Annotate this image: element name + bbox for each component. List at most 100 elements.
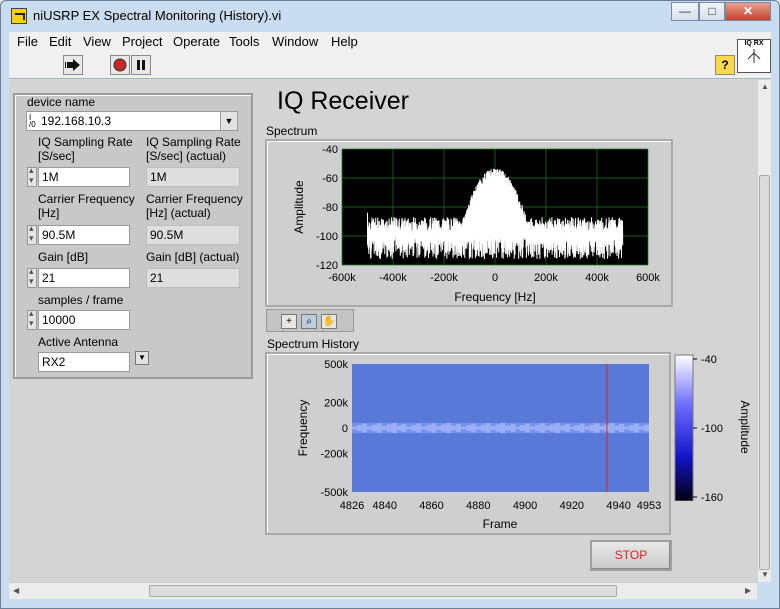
menu-tools[interactable]: Tools bbox=[229, 34, 259, 49]
menu-project[interactable]: Project bbox=[122, 34, 162, 49]
history-y-tick: 0 bbox=[342, 423, 348, 435]
run-arrow-icon[interactable] bbox=[63, 55, 83, 75]
spectrum-graph-label: Spectrum bbox=[266, 124, 318, 138]
menu-help[interactable]: Help bbox=[331, 34, 358, 49]
horizontal-scroll-thumb[interactable] bbox=[149, 585, 617, 597]
history-band-strip bbox=[639, 426, 645, 430]
antenna-dropdown-icon[interactable]: ▼ bbox=[135, 351, 149, 365]
history-band-strip bbox=[386, 424, 392, 432]
history-band-strip bbox=[401, 424, 407, 432]
toolbar: ? bbox=[9, 53, 771, 79]
spectrum-x-axis-label: Frequency [Hz] bbox=[454, 290, 535, 304]
menu-view[interactable]: View bbox=[83, 34, 111, 49]
title-bar: niUSRP EX Spectral Monitoring (History).… bbox=[1, 1, 779, 31]
crosshair-icon[interactable]: + bbox=[281, 314, 297, 329]
menu-edit[interactable]: Edit bbox=[49, 34, 71, 49]
spectrum-x-tick: -400k bbox=[379, 272, 407, 284]
menu-window[interactable]: Window bbox=[272, 34, 318, 49]
history-band-strip bbox=[470, 423, 476, 433]
device-name-label: device name bbox=[27, 95, 96, 109]
history-band-strip bbox=[475, 426, 481, 430]
history-band-strip bbox=[550, 424, 555, 432]
pause-icon[interactable] bbox=[131, 55, 151, 75]
zoom-icon[interactable]: ⌕ bbox=[301, 314, 317, 329]
history-band-strip bbox=[411, 425, 417, 431]
history-band-strip bbox=[520, 425, 526, 431]
history-band-strip bbox=[634, 423, 640, 433]
spectrum-y-tick: -40 bbox=[322, 144, 338, 156]
menu-operate[interactable]: Operate bbox=[173, 34, 220, 49]
gain-input[interactable]: 21 bbox=[38, 268, 130, 288]
iq-rate-label: IQ Sampling Rate [S/sec] bbox=[38, 135, 133, 163]
iq-rate-actual-label: IQ Sampling Rate [S/sec] (actual) bbox=[146, 135, 241, 163]
scroll-up-icon[interactable]: ▲ bbox=[761, 82, 769, 91]
colorbar-tick: -100 bbox=[701, 423, 723, 435]
samples-per-frame-input[interactable]: 10000 bbox=[38, 310, 130, 330]
history-band-strip bbox=[599, 425, 605, 431]
history-band-strip bbox=[376, 423, 382, 433]
scroll-right-icon[interactable]: ▶ bbox=[745, 586, 751, 595]
history-band-strip bbox=[505, 425, 511, 431]
history-band-strip bbox=[495, 424, 501, 432]
history-band-strip bbox=[629, 425, 635, 431]
history-signal-band bbox=[352, 422, 649, 434]
history-band-strip bbox=[431, 423, 437, 433]
vertical-scrollbar[interactable]: ▲ ▼ bbox=[757, 80, 771, 582]
history-band-strip bbox=[525, 423, 531, 433]
active-antenna-select[interactable]: RX2 bbox=[38, 352, 130, 372]
abort-icon[interactable] bbox=[110, 55, 130, 75]
scroll-down-icon[interactable]: ▼ bbox=[761, 570, 769, 579]
history-y-axis-label: Frequency bbox=[296, 400, 310, 457]
menu-bar: File Edit View Project Operate Tools Win… bbox=[9, 32, 771, 53]
samples-per-frame-stepper[interactable] bbox=[27, 308, 37, 330]
menu-file[interactable]: File bbox=[17, 34, 38, 49]
labview-vi-icon bbox=[11, 8, 27, 24]
connector-pane-icon: IQ RX bbox=[737, 39, 771, 73]
gain-actual-value: 21 bbox=[146, 268, 240, 288]
stop-button[interactable]: STOP bbox=[590, 540, 672, 571]
dropdown-arrow-icon[interactable]: ▼ bbox=[220, 112, 237, 130]
spectrum-x-tick: -200k bbox=[430, 272, 458, 284]
vertical-scroll-thumb[interactable] bbox=[759, 175, 770, 570]
history-band-strip bbox=[594, 423, 600, 433]
device-name-combo[interactable]: 192.168.10.3 bbox=[26, 111, 238, 131]
history-graph[interactable]: 4826 4840 4860 4880 4900 4920 4940 4953 500k 200… bbox=[265, 352, 671, 535]
history-band-strip bbox=[366, 426, 372, 430]
history-band-strip bbox=[515, 426, 521, 430]
help-button[interactable]: ? bbox=[715, 55, 735, 75]
carrier-frequency-stepper[interactable] bbox=[27, 223, 37, 245]
hand-icon[interactable]: ✋ bbox=[321, 314, 337, 329]
minimize-button[interactable]: — bbox=[671, 2, 699, 21]
history-band-strip bbox=[406, 426, 412, 430]
carrier-frequency-input[interactable]: 90.5M bbox=[38, 225, 130, 245]
history-band-strip bbox=[574, 425, 580, 431]
history-y-tick: 500k bbox=[324, 359, 348, 371]
history-band-strip bbox=[579, 423, 585, 433]
graph-palette: + ⌕ ✋ bbox=[266, 309, 354, 332]
scroll-left-icon[interactable]: ◀ bbox=[13, 586, 19, 595]
horizontal-scrollbar[interactable]: ◀ ▶ bbox=[9, 582, 757, 599]
history-x-tick: 4953 bbox=[637, 500, 661, 512]
history-band-strip bbox=[564, 424, 570, 432]
history-band-strip bbox=[559, 425, 565, 431]
carrier-frequency-actual-value: 90.5M bbox=[146, 225, 240, 245]
gain-stepper[interactable] bbox=[27, 266, 37, 288]
carrier-frequency-actual-label: Carrier Frequency [Hz] (actual) bbox=[146, 192, 243, 220]
history-band-strip bbox=[465, 425, 471, 431]
history-band-strip bbox=[426, 424, 432, 432]
iq-rate-stepper[interactable] bbox=[27, 165, 37, 187]
amplitude-colorbar[interactable]: -40 -100 -160 Amplitude bbox=[671, 351, 763, 501]
device-name-value: 192.168.10.3 bbox=[41, 114, 112, 128]
spectrum-x-tick: 200k bbox=[534, 272, 558, 284]
close-button[interactable]: ✕ bbox=[725, 2, 771, 21]
history-band-strip bbox=[619, 424, 625, 432]
maximize-button[interactable]: □ bbox=[699, 2, 725, 21]
spectrum-y-tick: -80 bbox=[322, 202, 338, 214]
history-band-strip bbox=[371, 424, 377, 432]
iq-rate-input[interactable]: 1M bbox=[38, 167, 130, 187]
history-band-strip bbox=[352, 426, 357, 430]
spectrum-y-tick: -100 bbox=[316, 231, 338, 243]
history-band-strip bbox=[530, 426, 536, 430]
history-x-tick: 4880 bbox=[466, 500, 490, 512]
spectrum-graph[interactable]: -600k -400k -200k 0 200k 400k 600k -40 -60 -80 -1… bbox=[265, 139, 673, 307]
